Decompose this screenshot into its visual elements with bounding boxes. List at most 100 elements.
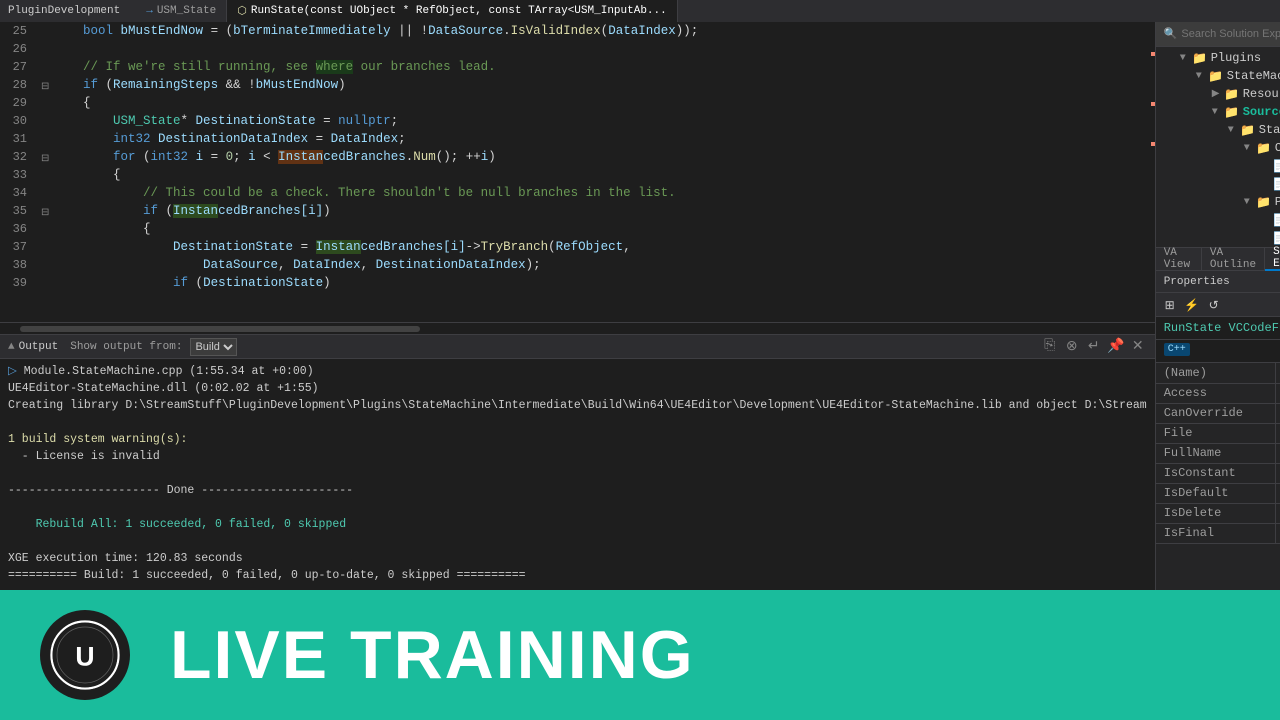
tab-runstate-icon: ⬡ bbox=[237, 4, 247, 18]
tree-item-source-top[interactable]: ▼ 📁 Source bbox=[1156, 103, 1280, 121]
code-line-28: 28 ⊟ if (RemainingSteps && !bMustEndNow) bbox=[0, 76, 1155, 94]
live-training-banner: U LIVE TRAINING bbox=[0, 590, 1280, 720]
tab-solution-exp[interactable]: Solution Exp... bbox=[1265, 247, 1280, 271]
minimap-mark bbox=[1151, 102, 1155, 106]
output-line: - License is invalid bbox=[8, 448, 1147, 465]
folder-icon: 📁 bbox=[1208, 69, 1224, 84]
code-line-37: 37 DestinationState = InstancedBranches[… bbox=[0, 238, 1155, 256]
code-section[interactable]: 25 bool bMustEndNow = (bTerminateImmedia… bbox=[0, 22, 1155, 322]
solution-tree: ▼ 📁 Plugins ▼ 📁 StateMachine ▶ 📁 Resourc… bbox=[1156, 47, 1280, 247]
tab-va-outline[interactable]: VA Outline bbox=[1202, 247, 1265, 271]
ue-logo: U bbox=[40, 610, 130, 700]
svg-text:U: U bbox=[75, 642, 94, 672]
folder-icon: 📁 bbox=[1224, 105, 1240, 120]
code-line-39: 39 if (DestinationState) bbox=[0, 274, 1155, 292]
prop-row-access: Access private bbox=[1156, 383, 1280, 403]
tree-item-private[interactable]: ▼ 📁 Private bbox=[1156, 193, 1280, 211]
code-line-29: 29 { bbox=[0, 94, 1155, 112]
prop-row-isconstant: IsConstant False bbox=[1156, 463, 1280, 483]
prop-row-file: File d:\StreamStuff\PluginDevelopment\Pl… bbox=[1156, 423, 1280, 443]
code-line-36: 36 { bbox=[0, 220, 1155, 238]
output-wrap-icon[interactable]: ↵ bbox=[1085, 338, 1103, 355]
tree-item-statemachine2[interactable]: ▼ 📁 StateMachine bbox=[1156, 121, 1280, 139]
minimap-mark bbox=[1151, 142, 1155, 146]
search-input[interactable] bbox=[1181, 28, 1280, 40]
output-pin-icon[interactable]: 📌 bbox=[1107, 338, 1125, 355]
code-line-27: 27 // If we're still running, see where … bbox=[0, 58, 1155, 76]
minimap[interactable] bbox=[1141, 22, 1155, 322]
tree-item-sm-state-h[interactable]: 📄 SM_State.h bbox=[1156, 175, 1280, 193]
expand-arrow: ▼ bbox=[1212, 107, 1224, 118]
expand-arrow: ▼ bbox=[1180, 53, 1192, 64]
code-line-25: 25 bool bMustEndNow = (bTerminateImmedia… bbox=[0, 22, 1155, 40]
output-line: Rebuild All: 1 succeeded, 0 failed, 0 sk… bbox=[8, 516, 1147, 533]
tree-item-classes[interactable]: ▼ 📁 Classes bbox=[1156, 139, 1280, 157]
lang-section: C++ bbox=[1156, 340, 1280, 363]
tab-usm-state[interactable]: → USM_State bbox=[136, 0, 227, 22]
expand-arrow: ▼ bbox=[1244, 197, 1256, 208]
output-line bbox=[8, 499, 1147, 516]
output-source-select[interactable]: Build bbox=[190, 338, 237, 356]
output-clear-icon[interactable]: ⊗ bbox=[1063, 338, 1081, 355]
expand-arrow: ▶ bbox=[1212, 88, 1224, 100]
folder-icon: 📁 bbox=[1256, 141, 1272, 156]
file-icon: 📄 bbox=[1272, 231, 1280, 246]
tree-item-plugins[interactable]: ▼ 📁 Plugins bbox=[1156, 49, 1280, 67]
props-refresh-btn[interactable]: ↺ bbox=[1204, 296, 1224, 314]
output-close-icon[interactable]: ✕ bbox=[1129, 338, 1147, 355]
props-filter-btn[interactable]: ⚡ bbox=[1182, 296, 1202, 314]
folder-icon: 📁 bbox=[1240, 123, 1256, 138]
folder-icon: 📁 bbox=[1224, 87, 1240, 102]
h-scrollbar-thumb[interactable] bbox=[20, 326, 420, 332]
output-header: ▲ Output Show output from: Build ⎘ ⊗ ↵ 📌… bbox=[0, 335, 1155, 359]
panel-tabs: VA View VA Outline Solution Exp... Team … bbox=[1156, 247, 1280, 271]
tab-va-view[interactable]: VA View bbox=[1156, 247, 1202, 271]
output-line bbox=[8, 414, 1147, 431]
tree-item-statemachine[interactable]: ▼ 📁 StateMachine bbox=[1156, 67, 1280, 85]
tree-item-dummyobject[interactable]: 📄 DummyObject.h bbox=[1156, 157, 1280, 175]
function-header: RunState VCCodeFunction bbox=[1156, 317, 1280, 340]
prop-row-isdelete: IsDelete False bbox=[1156, 503, 1280, 523]
code-line-26: 26 bbox=[0, 40, 1155, 58]
expand-arrow: ▼ bbox=[1228, 125, 1240, 136]
props-sort-btn[interactable]: ⊞ bbox=[1160, 296, 1180, 314]
output-line: Creating library D:\StreamStuff\PluginDe… bbox=[8, 397, 1147, 414]
code-lines: 25 bool bMustEndNow = (bTerminateImmedia… bbox=[0, 22, 1155, 292]
expand-arrow: ▼ bbox=[1244, 143, 1256, 154]
tree-item-sm-state-cpp[interactable]: 📄 SM_State.cpp bbox=[1156, 211, 1280, 229]
code-line-31: 31 int32 DestinationDataIndex = DataInde… bbox=[0, 130, 1155, 148]
minimap-mark bbox=[1151, 52, 1155, 56]
search-icon: 🔍 bbox=[1164, 27, 1178, 41]
file-icon: 📄 bbox=[1272, 213, 1280, 228]
prop-row-fullname: FullName USM_State::RunState bbox=[1156, 443, 1280, 463]
prop-row-name: (Name) RunState bbox=[1156, 363, 1280, 383]
output-line bbox=[8, 465, 1147, 482]
output-header-icon: ▲ bbox=[8, 341, 15, 353]
project-title: PluginDevelopment bbox=[8, 5, 120, 17]
output-line: UE4Editor-StateMachine.dll (0:02.02 at +… bbox=[8, 380, 1147, 397]
code-line-34: 34 // This could be a check. There shoul… bbox=[0, 184, 1155, 202]
tree-item-resources[interactable]: ▶ 📁 Resources bbox=[1156, 85, 1280, 103]
code-line-32: 32 ⊟ for (int32 i = 0; i < InstancedBran… bbox=[0, 148, 1155, 166]
lang-badge: C++ bbox=[1164, 343, 1190, 356]
expand-arrow: ▼ bbox=[1196, 71, 1208, 82]
prop-row-canoverride: CanOverride False bbox=[1156, 403, 1280, 423]
output-show-label: Show output from: bbox=[70, 341, 182, 353]
output-copy-icon[interactable]: ⎘ bbox=[1041, 338, 1059, 355]
tab-arrow-1: → bbox=[146, 5, 153, 17]
h-scrollbar[interactable] bbox=[0, 322, 1155, 334]
output-icons: ⎘ ⊗ ↵ 📌 ✕ bbox=[1041, 338, 1147, 355]
output-title: Output bbox=[19, 341, 59, 353]
code-line-33: 33 { bbox=[0, 166, 1155, 184]
code-line-35: 35 ⊟ if (InstancedBranches[i]) bbox=[0, 202, 1155, 220]
output-line bbox=[8, 533, 1147, 550]
code-line-38: 38 DataSource, DataIndex, DestinationDat… bbox=[0, 256, 1155, 274]
output-line: ▷ Module.StateMachine.cpp (1:55.34 at +0… bbox=[8, 363, 1147, 380]
folder-icon: 📁 bbox=[1256, 195, 1272, 210]
tab-runstate[interactable]: ⬡ RunState(const UObject * RefObject, co… bbox=[227, 0, 677, 22]
file-icon: 📄 bbox=[1272, 177, 1280, 192]
output-line: 1 build system warning(s): bbox=[8, 431, 1147, 448]
prop-row-isfinal: IsFinal False bbox=[1156, 523, 1280, 543]
tree-item-statemachine-cpp[interactable]: 📄 StateMachine.cpp bbox=[1156, 229, 1280, 247]
output-line: ========== Build: 1 succeeded, 0 failed,… bbox=[8, 567, 1147, 584]
